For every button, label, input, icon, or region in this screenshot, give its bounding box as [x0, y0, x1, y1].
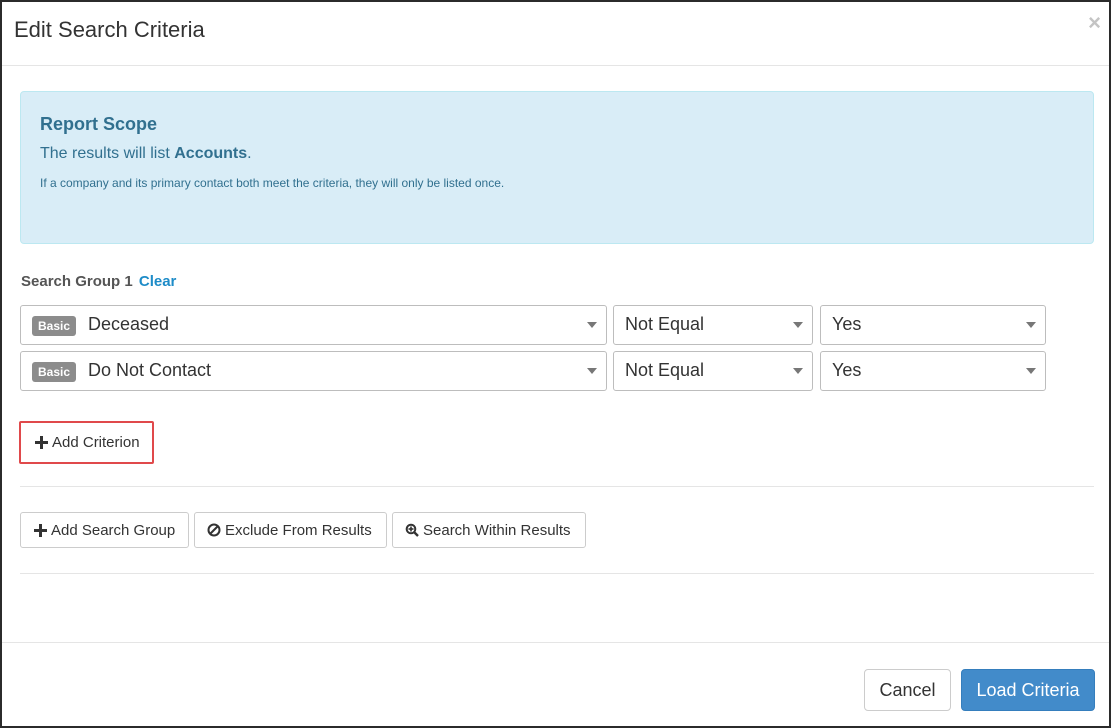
modal-header: Edit Search Criteria × [2, 2, 1109, 66]
modal-footer-divider [2, 642, 1109, 643]
criterion-operator-value: Not Equal [625, 314, 705, 334]
field-type-badge: Basic [32, 316, 77, 336]
clear-group-link[interactable]: Clear [139, 273, 177, 290]
criterion-operator-select[interactable]: Not Equal [613, 305, 813, 345]
report-scope-suffix: . [247, 145, 252, 162]
report-scope-note: If a company and its primary contact bot… [40, 176, 505, 190]
search-within-results-button[interactable]: Search Within Results [392, 512, 586, 548]
ban-icon [207, 523, 221, 537]
criterion-field-select[interactable]: Basic Deceased [20, 305, 607, 345]
section-divider [20, 573, 1094, 574]
plus-icon [33, 523, 47, 537]
field-type-badge: Basic [32, 362, 77, 382]
report-scope-alert: Report Scope The results will list Accou… [20, 91, 1094, 244]
report-scope-entity: Accounts [174, 145, 248, 162]
caret-down-icon [587, 368, 597, 374]
load-criteria-button[interactable]: Load Criteria [961, 669, 1095, 711]
exclude-from-results-button[interactable]: Exclude From Results [194, 512, 387, 548]
caret-down-icon [793, 322, 803, 328]
criterion-field-value: Do Not Contact [88, 360, 212, 380]
caret-down-icon [587, 322, 597, 328]
criterion-field-select[interactable]: Basic Do Not Contact [20, 351, 607, 391]
criterion-value-select[interactable]: Yes [820, 305, 1046, 345]
caret-down-icon [1026, 368, 1036, 374]
close-icon[interactable]: × [1088, 12, 1101, 34]
criterion-operator-select[interactable]: Not Equal [613, 351, 813, 391]
search-group-label: Search Group 1 Clear [21, 273, 176, 290]
criterion-field-value: Deceased [88, 314, 170, 334]
add-criterion-label: Add Criterion [52, 434, 140, 451]
report-scope-prefix: The results will list [40, 145, 175, 162]
criterion-value-select[interactable]: Yes [820, 351, 1046, 391]
caret-down-icon [1026, 322, 1036, 328]
search-within-results-label: Search Within Results [423, 521, 571, 539]
criterion-operator-value: Not Equal [625, 360, 705, 380]
edit-search-criteria-modal: Edit Search Criteria × Report Scope The … [0, 0, 1111, 728]
criterion-value-value: Yes [832, 360, 862, 380]
modal-title: Edit Search Criteria [14, 17, 205, 42]
report-scope-title: Report Scope [40, 114, 158, 134]
exclude-from-results-label: Exclude From Results [225, 521, 372, 539]
cancel-button[interactable]: Cancel [864, 669, 951, 711]
search-group-title: Search Group 1 [21, 273, 133, 290]
add-criterion-button[interactable]: Add Criterion [23, 425, 151, 460]
caret-down-icon [793, 368, 803, 374]
zoom-in-icon [405, 523, 419, 537]
report-scope-description: The results will list Accounts. [40, 145, 252, 163]
add-search-group-label: Add Search Group [51, 521, 176, 539]
criterion-value-value: Yes [832, 314, 862, 334]
add-search-group-button[interactable]: Add Search Group [20, 512, 189, 548]
section-divider [20, 486, 1094, 487]
plus-icon [34, 436, 48, 450]
